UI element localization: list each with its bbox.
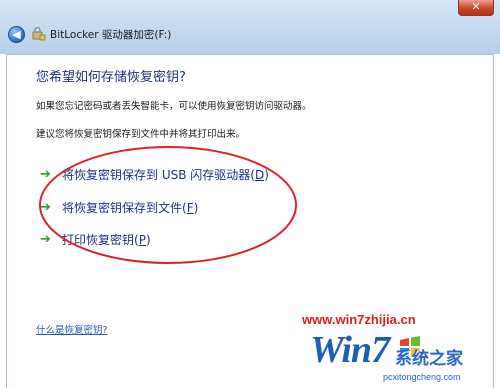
bitlocker-icon bbox=[32, 27, 46, 41]
back-arrow-icon: ◀ bbox=[12, 28, 21, 41]
back-button[interactable]: ◀ bbox=[8, 26, 25, 43]
watermark-site-name: 系统之家 bbox=[395, 349, 463, 369]
watermark-logo: Win7 bbox=[310, 329, 390, 371]
save-to-usb-label: 将恢复密钥保存到 USB 闪存驱动器(D) bbox=[62, 167, 269, 182]
close-button[interactable]: ✕ bbox=[458, 0, 494, 16]
watermark-url: www.win7zhijia.cn bbox=[302, 312, 416, 327]
green-arrow-icon: ➔ bbox=[40, 166, 51, 182]
close-icon: ✕ bbox=[471, 0, 481, 13]
description-text: 如果您忘记密码或者丢失智能卡，可以使用恢复密钥访问驱动器。 bbox=[36, 101, 312, 112]
watermark-site-url: pcxitongcheng.com bbox=[383, 372, 461, 382]
print-key-option[interactable]: ➔ 打印恢复密钥(P) bbox=[40, 229, 151, 249]
print-key-label: 打印恢复密钥(P) bbox=[62, 232, 151, 247]
page-title: 您希望如何存储恢复密钥? bbox=[36, 70, 186, 85]
green-arrow-icon: ➔ bbox=[40, 199, 51, 215]
window-title: BitLocker 驱动器加密(F:) bbox=[50, 29, 172, 41]
save-to-file-option[interactable]: ➔ 将恢复密钥保存到文件(F) bbox=[40, 197, 198, 217]
save-to-file-label: 将恢复密钥保存到文件(F) bbox=[62, 200, 199, 215]
recommendation-text: 建议您将恢复密钥保存到文件中并将其打印出来。 bbox=[36, 129, 246, 140]
green-arrow-icon: ➔ bbox=[40, 231, 51, 247]
what-is-recovery-key-link[interactable]: 什么是恢复密钥? bbox=[36, 322, 108, 336]
save-to-usb-option[interactable]: ➔ 将恢复密钥保存到 USB 闪存驱动器(D) bbox=[40, 164, 269, 184]
